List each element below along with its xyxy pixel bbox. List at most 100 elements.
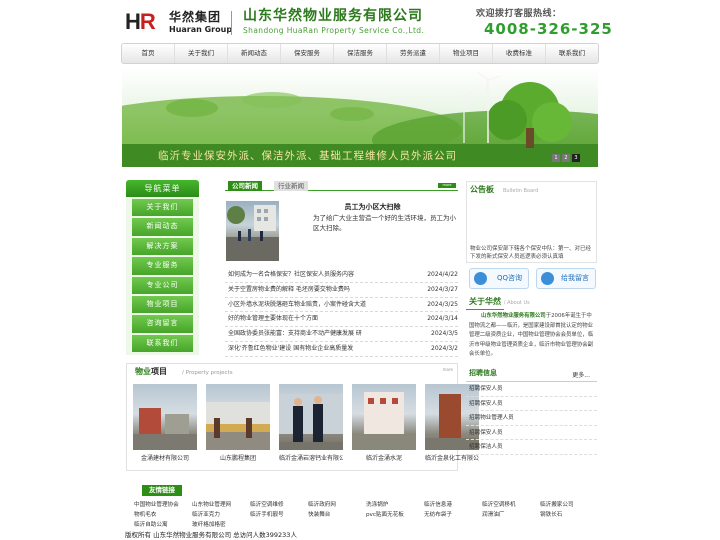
featured-news-desc: 为了给广大业主营造一个好的生活环境，员工为小区大扫除。 xyxy=(313,214,456,232)
friend-link[interactable]: 临沂搬家公司 xyxy=(540,501,598,509)
news-item[interactable]: 好的物业管理主要体现在十个方面 2024/3/14 xyxy=(225,312,458,328)
news-item-title[interactable]: 如何成为一名合格保安？社区保安人员服务内容 xyxy=(228,271,354,278)
news-item-title[interactable]: 全国政协委员张能富：支持商业不动产健康发展 研 xyxy=(228,330,362,337)
project-photo[interactable] xyxy=(279,384,343,450)
news-item[interactable]: 小区外墙水泥块脱落砸车物业赔责，小案件碰含大道 2024/3/25 xyxy=(225,297,458,313)
project-item[interactable]: 临沂金涌水泥 xyxy=(352,384,416,470)
banner-page-3[interactable]: 3 xyxy=(572,154,580,162)
job-item[interactable]: 招聘保安人员 xyxy=(466,397,597,412)
friend-link[interactable]: 临沂空调移机 xyxy=(482,501,540,509)
news-item[interactable]: 深化'齐鲁红色物业'建设 国有物业企业高质量发 2024/3/2 xyxy=(225,341,458,357)
notice-board: 公告板 Bulletin Board 物业公司保安部下辖各个保安中队：第一、对已… xyxy=(466,181,597,263)
nav-about[interactable]: 关于我们 xyxy=(175,44,228,63)
sidebar-item-services[interactable]: 专业服务 xyxy=(132,257,193,275)
footer: 版权所有 山东华然物业服务有限公司 总访问人数399233人 xyxy=(0,529,720,540)
project-item[interactable]: 山东鹏程集团 xyxy=(206,384,270,470)
featured-news-title[interactable]: 员工为小区大扫除 xyxy=(287,203,458,212)
friend-link[interactable]: 洗涤锅炉 xyxy=(366,501,424,509)
friend-link[interactable]: 山东物业管理网 xyxy=(192,501,250,509)
news-item[interactable]: 全国政协委员张能富：支持商业不动产健康发展 研 2024/3/5 xyxy=(225,327,458,342)
projects-title: 物业项目 xyxy=(135,367,167,377)
projects-more-button[interactable]: more xyxy=(443,367,453,372)
banner-page-1[interactable]: 1 xyxy=(552,154,560,162)
friend-link[interactable]: 快装舞台 xyxy=(308,511,366,519)
friend-link[interactable]: 钢铁长石 xyxy=(540,511,598,519)
job-item[interactable]: 招聘保安人员 xyxy=(466,382,597,397)
project-photo[interactable] xyxy=(352,384,416,450)
nav-fees[interactable]: 收费标准 xyxy=(493,44,546,63)
sidebar-item-news[interactable]: 新闻动态 xyxy=(132,218,193,236)
news-item-title[interactable]: 好的物业管理主要体现在十个方面 xyxy=(228,315,318,322)
friend-link[interactable]: 临沂亚克力 xyxy=(192,511,250,519)
news-more-button[interactable]: more xyxy=(438,183,456,188)
friend-link[interactable]: 中国物业管理协会 xyxy=(134,501,192,509)
project-item[interactable]: 金涌建材有限公司 xyxy=(133,384,197,470)
news-item-title[interactable]: 关于空置房物业费的解释 毛坯房要交物业费吗 xyxy=(228,286,350,293)
news-panel: 公司新闻 行业新闻 more 员工为小区大扫除 为了给广大业主营造一个好的生活环… xyxy=(225,181,458,357)
project-caption[interactable]: 金涌建材有限公司 xyxy=(133,454,197,463)
sidebar-item-company[interactable]: 专业公司 xyxy=(132,276,193,294)
divider xyxy=(466,309,504,310)
news-item-date: 2024/3/5 xyxy=(428,327,458,341)
friend-link[interactable]: 临沂空调维修 xyxy=(250,501,308,509)
sidebar-item-about[interactable]: 关于我们 xyxy=(132,199,193,217)
contact-buttons: QQ咨询 给我留言 xyxy=(466,268,597,289)
project-caption[interactable]: 临沂金涌水泥 xyxy=(352,454,416,463)
sidebar-item-solutions[interactable]: 解决方案 xyxy=(132,237,193,256)
nav-labor[interactable]: 劳务派遣 xyxy=(387,44,440,63)
project-item[interactable]: 临沂金涌岩溶钙业有限公司 xyxy=(279,384,343,470)
news-item-title[interactable]: 小区外墙水泥块脱落砸车物业赔责，小案件碰含大道 xyxy=(228,301,366,308)
news-item-date: 2024/4/22 xyxy=(424,268,458,282)
about-body: 山东华然物业服务有限公司于2006年诞生于中国物流之都——临沂，是国家建设部首批… xyxy=(466,312,597,360)
logo-mark[interactable]: HR xyxy=(125,10,156,34)
logo-cn: 华然集团 xyxy=(169,10,222,24)
hotline-label: 欢迎拨打客服热线： xyxy=(476,9,562,19)
project-photo[interactable] xyxy=(206,384,270,450)
hotline-number: 4008-326-325 xyxy=(484,20,613,38)
friend-link[interactable]: 临沂自助公寓 xyxy=(134,521,192,529)
job-item[interactable]: 招聘物业管理人员 xyxy=(466,411,597,426)
nav-security[interactable]: 保安服务 xyxy=(281,44,334,63)
jobs-more-link[interactable]: 更多... xyxy=(572,370,590,379)
friend-link[interactable]: pvc贴面无花板 xyxy=(366,511,424,519)
news-list: 如何成为一名合格保安？社区保安人员服务内容 2024/4/22 关于空置房物业费的… xyxy=(225,268,458,357)
friend-links: 友情链接 中国物业管理协会 山东物业管理网 临沂空调维修 临沂政府网 洗涤锅炉 … xyxy=(126,485,598,528)
friend-link[interactable]: 临沂信息港 xyxy=(424,501,482,509)
project-caption[interactable]: 山东鹏程集团 xyxy=(206,454,270,463)
friend-link[interactable]: 物机毛衣 xyxy=(134,511,192,519)
friend-link[interactable]: 无纺布袋子 xyxy=(424,511,482,519)
nav-home[interactable]: 首页 xyxy=(122,44,175,63)
friend-link[interactable]: 玻纤格加格密 xyxy=(192,521,250,529)
nav-projects[interactable]: 物业项目 xyxy=(440,44,493,63)
news-item[interactable]: 如何成为一名合格保安？社区保安人员服务内容 2024/4/22 xyxy=(225,268,458,283)
nav-contact[interactable]: 联系我们 xyxy=(546,44,598,63)
banner-page-2[interactable]: 2 xyxy=(562,154,570,162)
projects-title-b: 项目 xyxy=(151,367,167,376)
projects-list: 金涌建材有限公司 山东鹏程集团 临沂金涌岩溶钙业有限公司 临沂金涌水泥 xyxy=(133,384,479,470)
friend-link[interactable]: 临沂手机靓号 xyxy=(250,511,308,519)
news-tabs: 公司新闻 行业新闻 more xyxy=(225,181,458,191)
tab-industry-news[interactable]: 行业新闻 xyxy=(274,181,308,191)
friend-link[interactable]: 临沂政府网 xyxy=(308,501,366,509)
job-item[interactable]: 招聘保洁人员 xyxy=(466,440,597,455)
notice-body[interactable]: 物业公司保安部下辖各个保安中队：第一、对已经下发的新式保安人员巡逻表必须认真填 xyxy=(470,245,594,261)
friend-link[interactable]: 润滑油厂 xyxy=(482,511,540,519)
tab-company-news[interactable]: 公司新闻 xyxy=(228,181,262,191)
nav-news[interactable]: 新闻动态 xyxy=(228,44,281,63)
featured-news-photo[interactable] xyxy=(226,201,279,261)
sidebar-item-projects[interactable]: 物业项目 xyxy=(132,295,193,314)
leave-message-button[interactable]: 给我留言 xyxy=(536,268,596,289)
guards-photo xyxy=(279,394,343,450)
news-item-title[interactable]: 深化'齐鲁红色物业'建设 国有物业企业高质量发 xyxy=(228,345,353,352)
hero-banner[interactable]: 临沂专业保安外派、保洁外派、基础工程维修人员外派公司 1 2 3 xyxy=(122,68,598,167)
qq-consult-button[interactable]: QQ咨询 xyxy=(469,268,529,289)
project-caption[interactable]: 临沂金涌岩溶钙业有限公司 xyxy=(279,454,343,463)
featured-news[interactable]: 员工为小区大扫除 为了给广大业主营造一个好的生活环境，员工为小区大扫除。 xyxy=(225,201,458,261)
sidebar-item-inquiry[interactable]: 咨询留言 xyxy=(132,315,193,333)
project-photo[interactable] xyxy=(133,384,197,450)
news-item[interactable]: 关于空置房物业费的解释 毛坯房要交物业费吗 2024/3/27 xyxy=(225,282,458,298)
nav-cleaning[interactable]: 保洁服务 xyxy=(334,44,387,63)
projects-subtitle: / Property projects xyxy=(182,370,233,376)
job-item[interactable]: 招聘保安人员 xyxy=(466,426,597,441)
sidebar-item-contact[interactable]: 联系我们 xyxy=(132,334,193,353)
